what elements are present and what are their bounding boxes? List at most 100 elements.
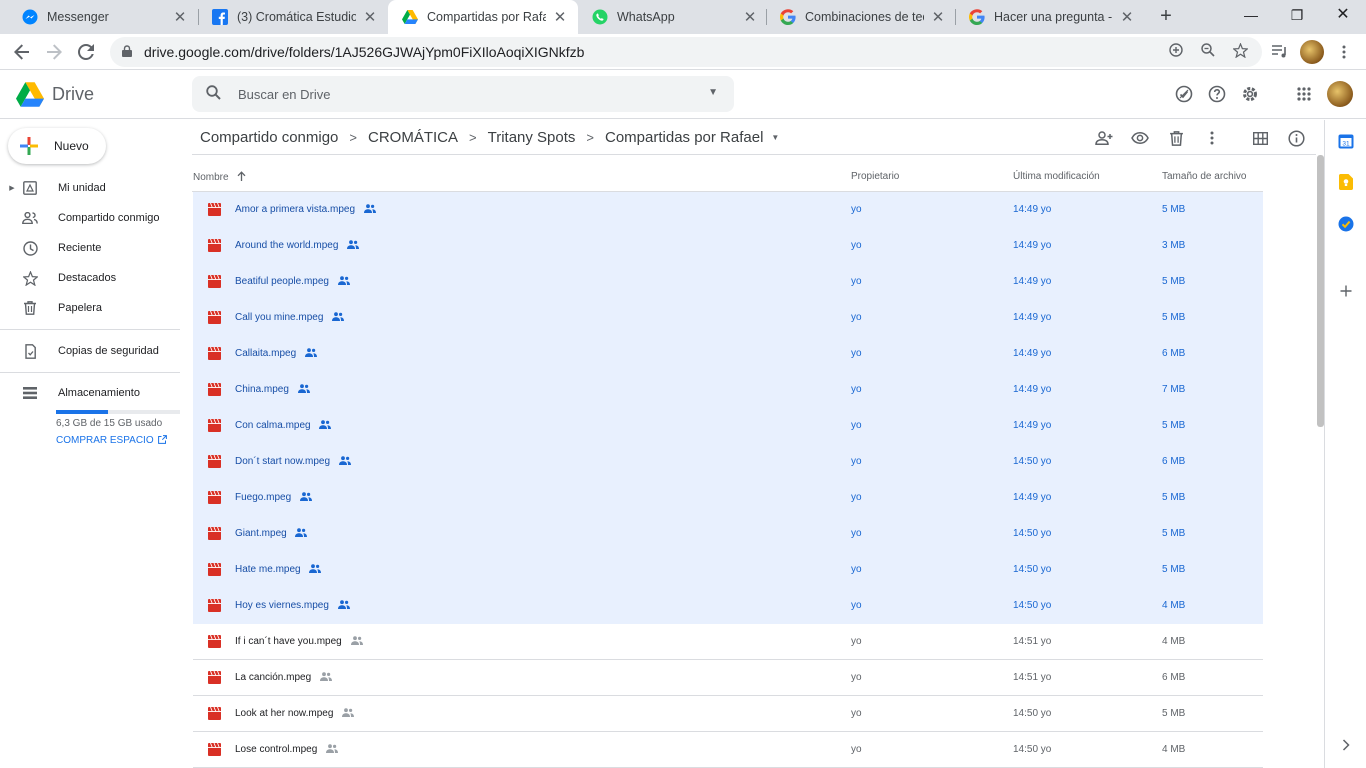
browser-toolbar: drive.google.com/drive/folders/1AJ526GJW… (0, 34, 1366, 70)
my-drive-icon (22, 180, 38, 196)
get-addons-plus-icon[interactable] (1337, 282, 1355, 300)
browser-tab-google-1[interactable]: Combinaciones de tecla ✕ (766, 0, 956, 34)
sidebar-item-starred[interactable]: Destacados (0, 263, 185, 293)
video-file-icon (208, 634, 221, 648)
sidebar-item-trash[interactable]: Papelera (0, 293, 185, 323)
vertical-scrollbar[interactable] (1317, 155, 1324, 427)
chevron-right-icon[interactable] (1337, 736, 1355, 754)
preview-eye-icon[interactable] (1130, 128, 1150, 148)
keep-notes-icon[interactable] (1337, 173, 1355, 191)
browser-tab-messenger[interactable]: Messenger ✕ (8, 0, 198, 34)
search-input[interactable]: Buscar en Drive ▼ (192, 76, 734, 112)
sidebar-item-backups[interactable]: Copias de seguridad (0, 336, 185, 366)
file-row[interactable]: Amor a primera vista.mpeg yo 14:49 yo 5 … (193, 192, 1263, 228)
buy-storage-link[interactable]: COMPRAR ESPACIO (56, 435, 168, 447)
offline-ready-icon[interactable] (1172, 82, 1196, 106)
calendar-icon[interactable]: 31 (1337, 132, 1355, 150)
file-row[interactable]: Hate me.mpeg yo 14:50 yo 5 MB (193, 552, 1263, 588)
file-size: 7 MB (1162, 384, 1186, 395)
file-owner: yo (851, 348, 862, 359)
settings-gear-icon[interactable] (1238, 82, 1262, 106)
sidebar-item-my-drive[interactable]: ▶ Mi unidad (0, 173, 185, 203)
file-name: La canción.mpeg (235, 672, 312, 683)
file-row[interactable]: Beatiful people.mpeg yo 14:49 yo 5 MB (193, 264, 1263, 300)
file-row[interactable]: Lose control.mpeg yo 14:50 yo 4 MB (193, 732, 1263, 768)
folder-menu-caret-icon[interactable]: ▼ (771, 133, 779, 142)
close-tab-icon[interactable]: ✕ (742, 8, 758, 26)
account-avatar[interactable] (1327, 81, 1353, 107)
file-modified: 14:51 yo (1013, 672, 1052, 683)
browser-tab-whatsapp[interactable]: WhatsApp ✕ (578, 0, 768, 34)
file-row[interactable]: Con calma.mpeg yo 14:49 yo 5 MB (193, 408, 1263, 444)
bookmark-star-icon[interactable] (1231, 42, 1249, 61)
info-icon[interactable] (1286, 128, 1306, 148)
close-tab-icon[interactable]: ✕ (172, 8, 188, 26)
close-tab-icon[interactable]: ✕ (362, 8, 378, 26)
file-row[interactable]: China.mpeg yo 14:49 yo 7 MB (193, 372, 1263, 408)
share-add-person-icon[interactable] (1094, 128, 1114, 148)
browser-tab-drive[interactable]: Compartidas por Rafael ✕ (388, 0, 578, 34)
sort-ascending-arrow-icon[interactable] (237, 171, 246, 184)
sidebar: Nuevo ▶ Mi unidad Compartido conmigo Rec… (0, 120, 190, 768)
help-icon[interactable] (1205, 82, 1229, 106)
expand-arrow-icon[interactable]: ▶ (6, 184, 18, 192)
file-modified: 14:50 yo (1013, 600, 1052, 611)
file-row[interactable]: Around the world.mpeg yo 14:49 yo 3 MB (193, 228, 1263, 264)
drive-logo[interactable]: Drive (16, 82, 94, 107)
file-row[interactable]: Giant.mpeg yo 14:50 yo 5 MB (193, 516, 1263, 552)
new-button[interactable]: Nuevo (8, 128, 106, 164)
breadcrumb-item[interactable]: Compartido conmigo (200, 129, 338, 146)
close-window-icon[interactable]: ✕ (1320, 0, 1366, 30)
reload-icon[interactable] (72, 38, 100, 66)
file-row[interactable]: Hoy es viernes.mpeg yo 14:50 yo 4 MB (193, 588, 1263, 624)
shared-icon (22, 210, 38, 226)
column-header-owner[interactable]: Propietario (851, 171, 899, 182)
column-header-modified[interactable]: Última modificación (1013, 171, 1100, 182)
file-row[interactable]: If i can´t have you.mpeg yo 14:51 yo 4 M… (193, 624, 1263, 660)
breadcrumb-current[interactable]: Compartidas por Rafael (605, 129, 763, 146)
file-row[interactable]: Call you mine.mpeg yo 14:49 yo 5 MB (193, 300, 1263, 336)
sidebar-item-recent[interactable]: Reciente (0, 233, 185, 263)
file-row[interactable]: Look at her now.mpeg yo 14:50 yo 5 MB (193, 696, 1263, 732)
profile-avatar[interactable] (1300, 40, 1324, 64)
address-bar[interactable]: drive.google.com/drive/folders/1AJ526GJW… (110, 37, 1262, 67)
file-modified: 14:49 yo (1013, 348, 1052, 359)
breadcrumb-item[interactable]: CROMÁTICA (368, 129, 458, 146)
tasks-icon[interactable] (1337, 215, 1355, 233)
browser-menu-icon[interactable] (1332, 40, 1356, 64)
column-header-size[interactable]: Tamaño de archivo (1162, 171, 1247, 182)
close-tab-icon[interactable]: ✕ (1119, 8, 1135, 26)
file-modified: 14:50 yo (1013, 708, 1052, 719)
media-controls-icon[interactable] (1268, 40, 1292, 64)
breadcrumb-item[interactable]: Tritany Spots (488, 129, 576, 146)
file-row[interactable]: La canción.mpeg yo 14:51 yo 6 MB (193, 660, 1263, 696)
delete-trash-icon[interactable] (1166, 128, 1186, 148)
zoom-icon[interactable] (1199, 43, 1217, 61)
column-header-name[interactable]: Nombre (193, 171, 246, 184)
video-file-icon (208, 670, 221, 684)
grid-view-icon[interactable] (1250, 128, 1270, 148)
restore-window-icon[interactable]: ❐ (1274, 0, 1320, 30)
sidebar-item-storage[interactable]: Almacenamiento (0, 378, 185, 408)
file-row[interactable]: Fuego.mpeg yo 14:49 yo 5 MB (193, 480, 1263, 516)
file-modified: 14:49 yo (1013, 204, 1052, 215)
add-circle-icon[interactable] (1167, 43, 1185, 61)
browser-tab-facebook[interactable]: (3) Cromática Estudio - ✕ (198, 0, 388, 34)
shared-people-icon (337, 600, 350, 612)
search-options-icon[interactable]: ▼ (708, 87, 718, 98)
forward-icon[interactable] (40, 38, 68, 66)
new-tab-button[interactable]: + (1154, 4, 1178, 28)
close-tab-icon[interactable]: ✕ (930, 8, 946, 26)
close-tab-icon[interactable]: ✕ (552, 8, 568, 26)
browser-tab-google-2[interactable]: Hacer una pregunta - A ✕ (955, 0, 1145, 34)
file-row[interactable]: Callaita.mpeg yo 14:49 yo 6 MB (193, 336, 1263, 372)
sidebar-item-shared[interactable]: Compartido conmigo (0, 203, 185, 233)
file-row[interactable]: Don´t start now.mpeg yo 14:50 yo 6 MB (193, 444, 1263, 480)
file-size: 5 MB (1162, 276, 1186, 287)
minimize-window-icon[interactable]: — (1228, 0, 1274, 30)
shared-people-icon (342, 708, 355, 720)
column-header-label: Nombre (193, 172, 229, 183)
apps-grid-icon[interactable] (1292, 82, 1316, 106)
more-actions-icon[interactable] (1202, 128, 1222, 148)
back-icon[interactable] (8, 38, 36, 66)
